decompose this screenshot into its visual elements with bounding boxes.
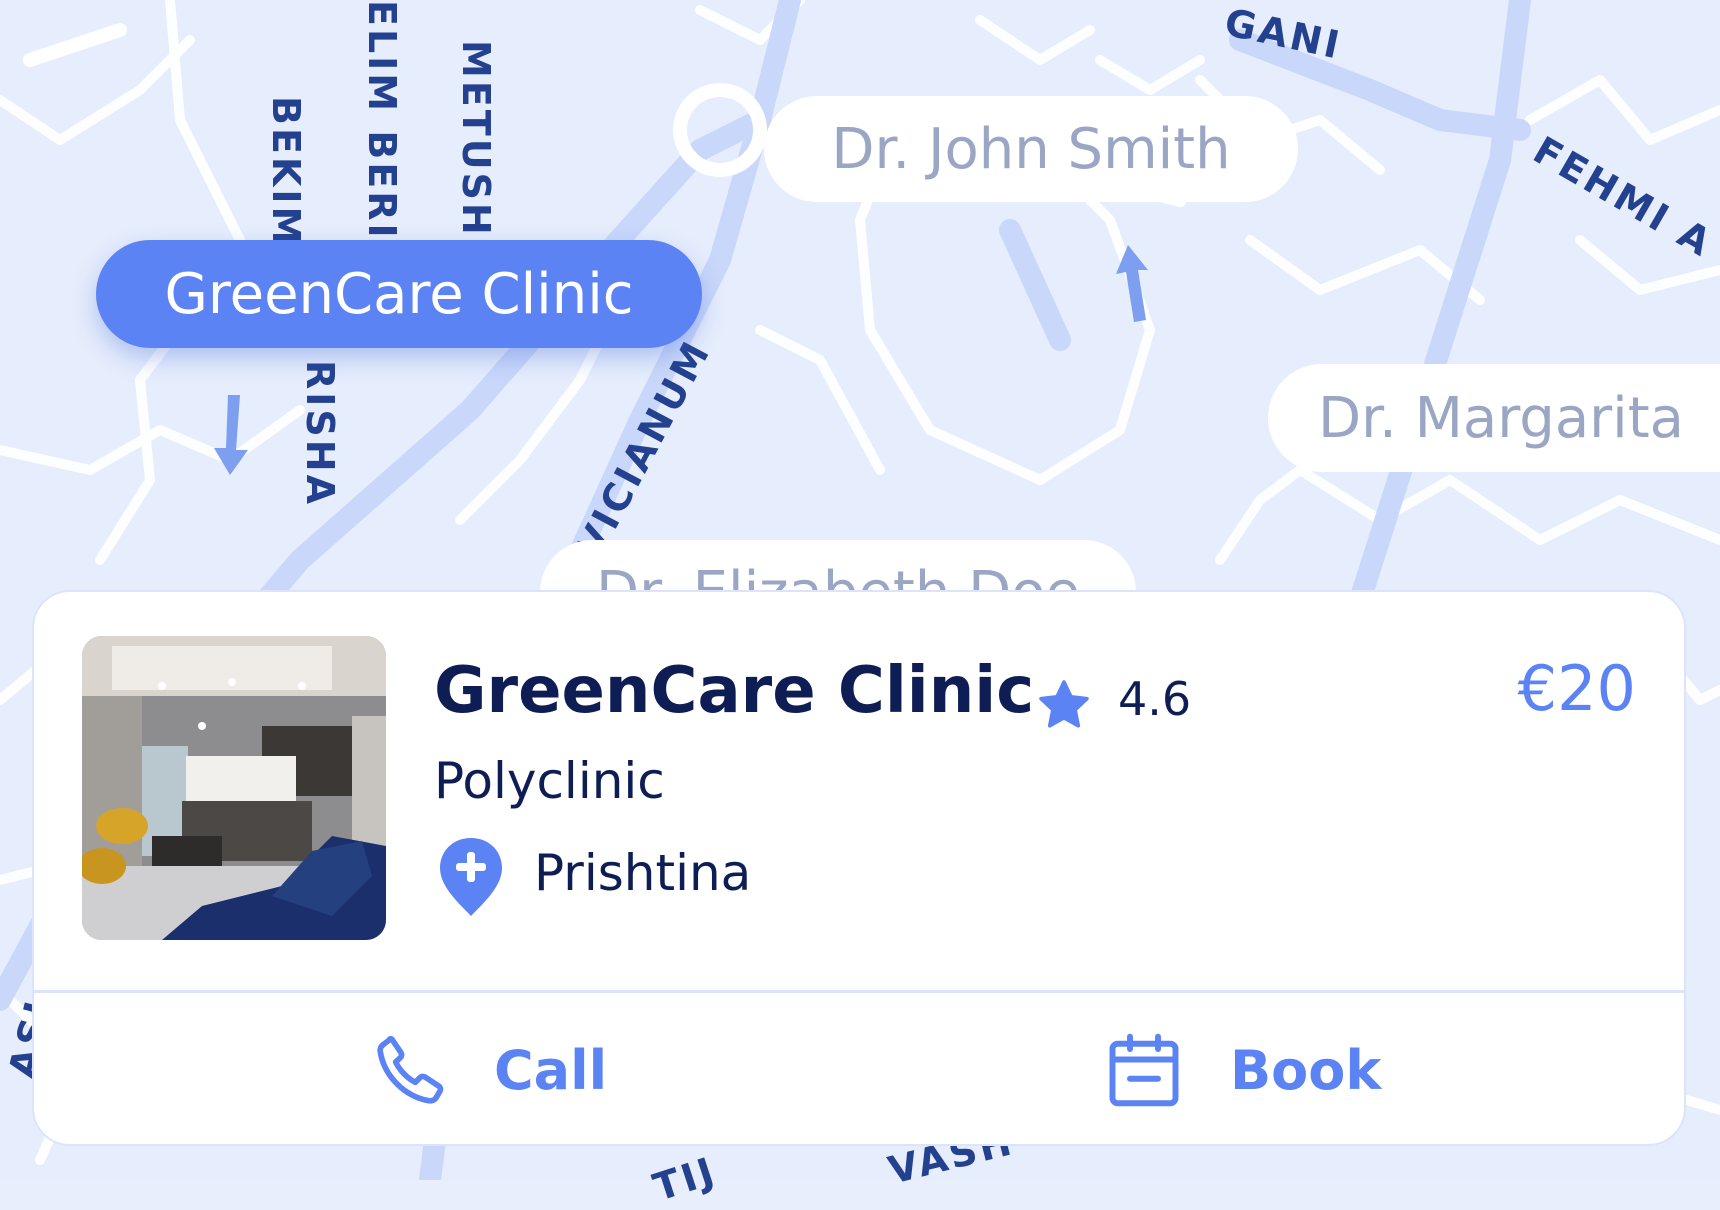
clinic-category: Polyclinic bbox=[434, 752, 665, 810]
card-divider bbox=[34, 990, 1684, 993]
map-marker-label: GreenCare Clinic bbox=[164, 261, 634, 327]
price-label: €20 bbox=[1517, 652, 1636, 725]
map-marker-greencare-clinic[interactable]: GreenCare Clinic bbox=[96, 240, 702, 348]
street-label: METUSH bbox=[454, 40, 498, 238]
clinic-card[interactable]: GreenCare Clinic 4.6 €20 Polyclinic Pris… bbox=[32, 590, 1686, 1146]
clinic-photo bbox=[82, 636, 386, 940]
map-marker-john-smith[interactable]: Dr. John Smith bbox=[764, 96, 1298, 202]
book-label: Book bbox=[1230, 1038, 1382, 1102]
map-marker-margarita[interactable]: Dr. Margarita bbox=[1268, 364, 1720, 472]
call-button[interactable]: Call bbox=[370, 1010, 607, 1130]
map-marker-label: Dr. Margarita bbox=[1318, 385, 1684, 451]
phone-icon bbox=[377, 1035, 444, 1104]
medical-pin-icon bbox=[440, 838, 502, 916]
book-button[interactable]: Book bbox=[1102, 1010, 1381, 1130]
rating-value: 4.6 bbox=[1118, 672, 1192, 726]
street-label: ELIM BERI bbox=[360, 0, 404, 241]
call-label: Call bbox=[494, 1038, 608, 1102]
clinic-location: Prishtina bbox=[534, 844, 752, 902]
street-label: RISHA bbox=[298, 360, 342, 507]
clinic-title: GreenCare Clinic bbox=[434, 654, 1035, 728]
star-icon bbox=[1039, 680, 1089, 728]
calendar-icon bbox=[1109, 1033, 1179, 1107]
map-marker-label: Dr. John Smith bbox=[831, 116, 1231, 182]
street-label: BEKIM bbox=[264, 96, 308, 248]
